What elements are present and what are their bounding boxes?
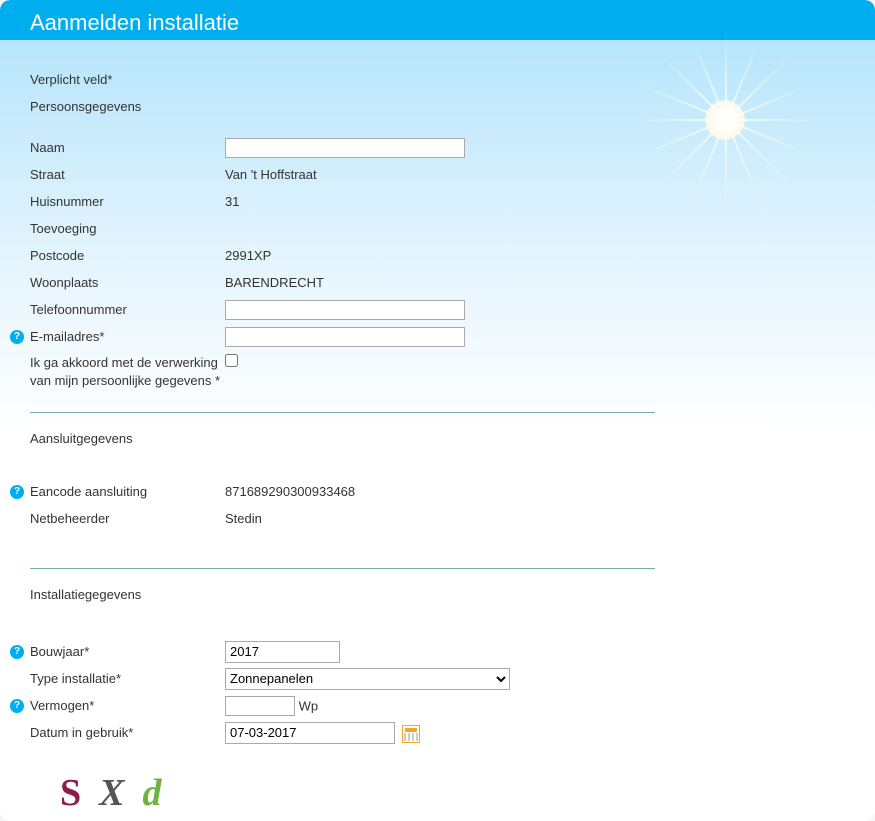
value-city: BARENDRECHT [225, 275, 845, 290]
power-input[interactable] [225, 696, 295, 716]
help-icon[interactable]: ? [10, 485, 24, 499]
help-icon[interactable]: ? [10, 699, 24, 713]
phone-input[interactable] [225, 300, 465, 320]
date-in-use-input[interactable] [225, 722, 395, 744]
label-eancode: Eancode aansluiting [30, 484, 225, 499]
required-note: Verplicht veld* [30, 72, 225, 87]
value-street: Van 't Hoffstraat [225, 167, 845, 182]
section-personal: Persoonsgegevens [30, 99, 141, 114]
captcha-char-1: S [60, 771, 81, 815]
label-date-in-use: Datum in gebruik* [30, 725, 225, 740]
label-install-type: Type installatie* [30, 671, 225, 686]
value-house-no: 31 [225, 194, 845, 209]
build-year-input[interactable] [225, 641, 340, 663]
section-installation: Installatiegegevens [30, 587, 141, 602]
value-operator: Stedin [225, 511, 845, 526]
label-addition: Toevoeging [30, 221, 225, 236]
consent-checkbox[interactable] [225, 354, 238, 367]
label-email: E-mailadres* [30, 329, 225, 344]
label-city: Woonplaats [30, 275, 225, 290]
value-postcode: 2991XP [225, 248, 845, 263]
value-eancode: 871689290300933468 [225, 484, 845, 499]
label-operator: Netbeheerder [30, 511, 225, 526]
form-content: Verplicht veld* Persoonsgegevens Naam St… [0, 46, 875, 821]
email-input[interactable] [225, 327, 465, 347]
power-unit: Wp [299, 698, 319, 713]
label-power: Vermogen* [30, 698, 225, 713]
divider [30, 568, 655, 569]
label-postcode: Postcode [30, 248, 225, 263]
section-connection: Aansluitgegevens [30, 431, 133, 446]
help-icon[interactable]: ? [10, 645, 24, 659]
captcha-char-2: X [99, 771, 124, 815]
calendar-icon[interactable] [402, 725, 420, 743]
label-name: Naam [30, 140, 225, 155]
page-container: Aanmelden installatie Verplicht veld* Pe… [0, 0, 875, 821]
label-phone: Telefoonnummer [30, 302, 225, 317]
label-house-no: Huisnummer [30, 194, 225, 209]
captcha: S X d [60, 771, 845, 815]
label-build-year: Bouwjaar* [30, 644, 225, 659]
install-type-select[interactable]: Zonnepanelen [225, 668, 510, 690]
divider [30, 412, 655, 413]
label-consent: Ik ga akkoord met de verwerking van mijn… [30, 354, 225, 390]
help-icon[interactable]: ? [10, 330, 24, 344]
captcha-char-3: d [143, 771, 162, 815]
name-input[interactable] [225, 138, 465, 158]
label-street: Straat [30, 167, 225, 182]
